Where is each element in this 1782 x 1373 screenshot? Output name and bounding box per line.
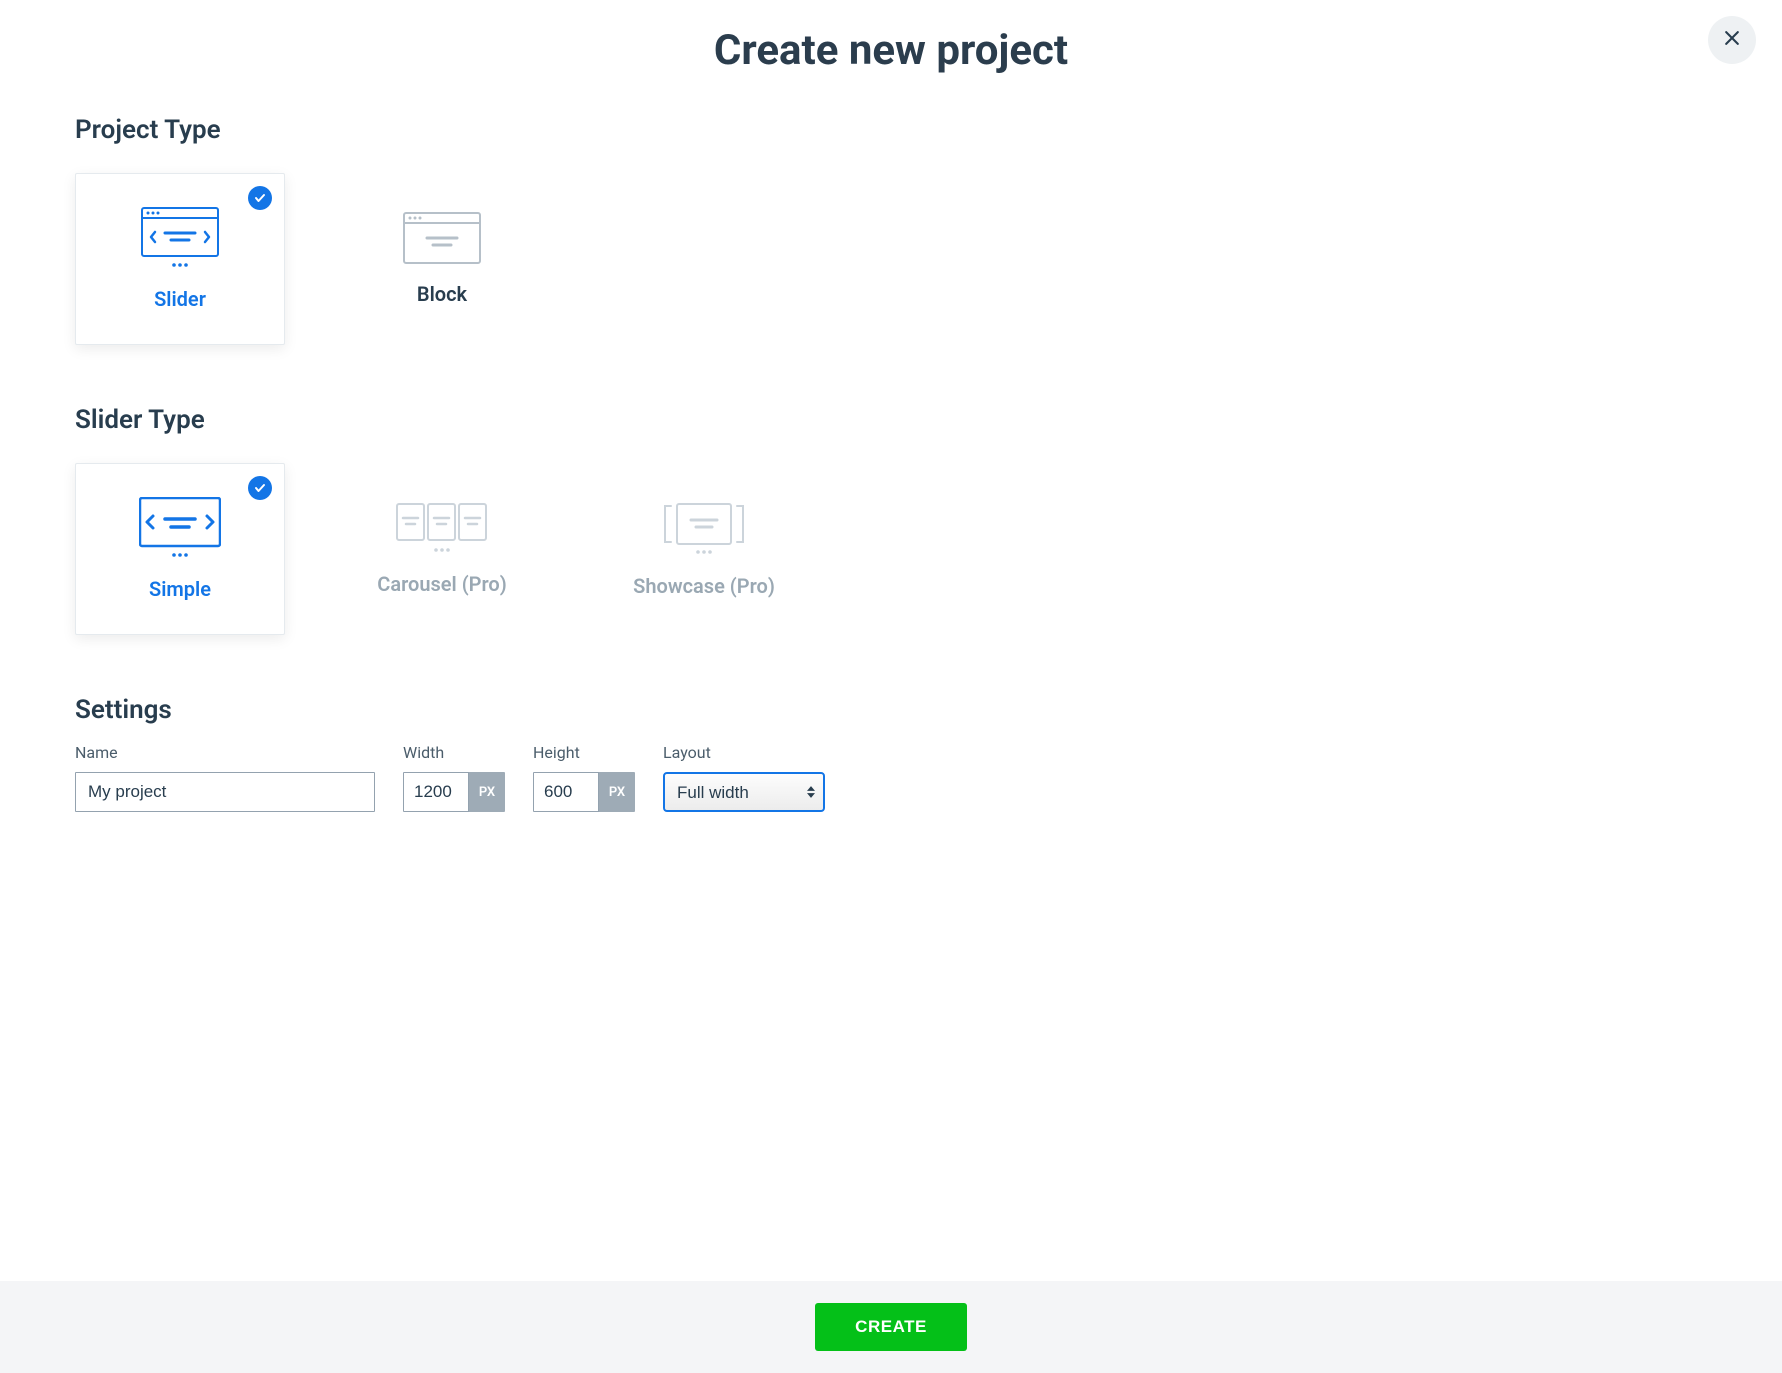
height-unit: PX: [599, 772, 635, 812]
card-label: Showcase (Pro): [633, 574, 775, 598]
create-button[interactable]: CREATE: [815, 1303, 967, 1351]
project-type-block[interactable]: Block: [337, 173, 547, 345]
card-label: Carousel (Pro): [377, 572, 506, 596]
project-type-slider[interactable]: Slider: [75, 173, 285, 345]
slider-type-options: Simple: [75, 463, 1707, 635]
name-label: Name: [75, 743, 375, 762]
slider-type-carousel[interactable]: Carousel (Pro): [337, 463, 547, 635]
height-label: Height: [533, 743, 635, 762]
block-icon: [403, 212, 481, 264]
close-icon: [1722, 28, 1742, 52]
slider-type-heading: Slider Type: [75, 405, 1707, 435]
project-type-heading: Project Type: [75, 115, 1707, 145]
card-label: Simple: [149, 577, 211, 601]
width-input[interactable]: [403, 772, 469, 812]
check-icon: [248, 476, 272, 500]
card-label: Slider: [154, 287, 206, 311]
layout-field: Layout Full width: [663, 743, 825, 812]
card-label: Block: [417, 282, 467, 306]
name-field: Name: [75, 743, 375, 812]
layout-label: Layout: [663, 743, 825, 762]
simple-slider-icon: [139, 497, 221, 559]
showcase-icon: [663, 500, 745, 556]
width-label: Width: [403, 743, 505, 762]
project-type-options: Slider Block: [75, 173, 1707, 345]
layout-select[interactable]: Full width: [663, 772, 825, 812]
slider-icon: [141, 207, 219, 269]
modal-title: Create new project: [75, 26, 1707, 75]
width-field: Width PX: [403, 743, 505, 812]
name-input[interactable]: [75, 772, 375, 812]
close-button[interactable]: [1708, 16, 1756, 64]
slider-type-simple[interactable]: Simple: [75, 463, 285, 635]
carousel-icon: [395, 502, 489, 554]
modal-footer: CREATE: [0, 1281, 1782, 1373]
check-icon: [248, 186, 272, 210]
height-input[interactable]: [533, 772, 599, 812]
height-field: Height PX: [533, 743, 635, 812]
settings-row: Name Width PX Height PX Layout: [75, 743, 1707, 812]
create-project-modal: Create new project Project Type: [0, 0, 1782, 1373]
width-unit: PX: [469, 772, 505, 812]
slider-type-showcase[interactable]: Showcase (Pro): [599, 463, 809, 635]
settings-heading: Settings: [75, 695, 1707, 725]
